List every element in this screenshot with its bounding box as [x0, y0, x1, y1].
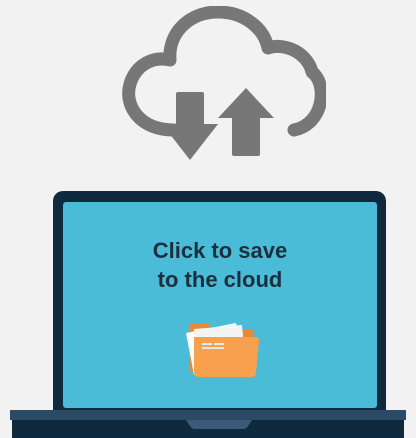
save-to-cloud-label: Click to save to the cloud [63, 236, 377, 294]
laptop-base [10, 410, 406, 438]
label-line-1: Click to save [152, 238, 288, 263]
cloud-sync-icon [118, 6, 326, 164]
folder-icon [184, 319, 260, 382]
save-to-cloud-button[interactable]: Click to save to the cloud [63, 202, 377, 408]
download-arrow-icon [162, 92, 218, 160]
label-line-2: to the cloud [157, 267, 283, 292]
upload-arrow-icon [218, 88, 274, 156]
